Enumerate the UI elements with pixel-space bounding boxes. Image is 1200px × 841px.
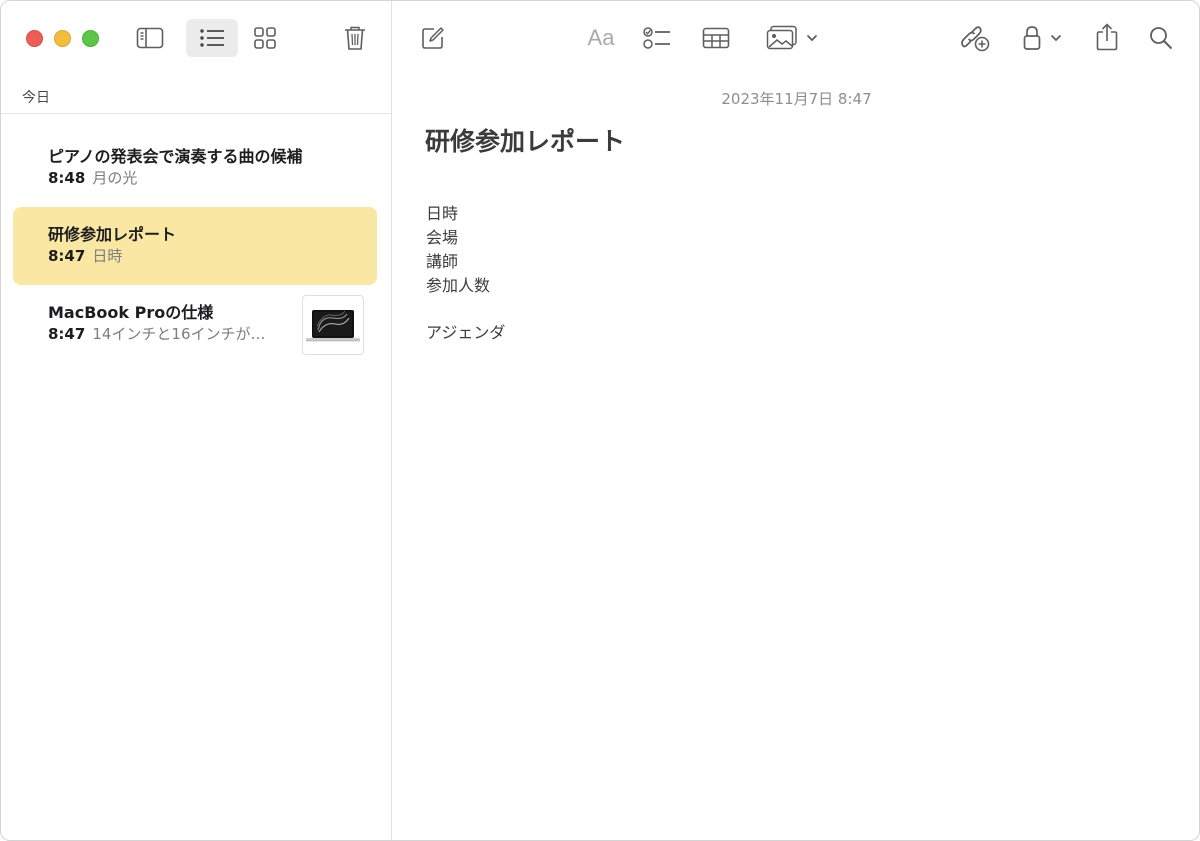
trash-icon: [345, 26, 365, 50]
note-preview: 14インチと16インチが…: [92, 325, 266, 343]
section-header-today: 今日: [22, 90, 50, 106]
table-icon: [702, 27, 730, 49]
compose-icon: [422, 27, 444, 49]
chevron-down-icon: [1050, 34, 1061, 42]
note-title: MacBook Proの仕様: [48, 303, 214, 322]
note-meta: 8:47 日時: [48, 245, 122, 266]
note-time: 8:47: [48, 325, 86, 343]
note-title: 研修参加レポート: [48, 225, 177, 244]
format-text-icon: Aa: [587, 25, 615, 50]
note-heading[interactable]: 研修参加レポート: [425, 122, 625, 158]
section-divider: [1, 113, 392, 114]
media-icon: [766, 25, 797, 50]
body-line: アジェンダ: [426, 323, 506, 342]
sidebar-toggle-button[interactable]: [131, 21, 169, 55]
laptop-thumbnail-image: [306, 310, 360, 342]
delete-note-button[interactable]: [338, 21, 372, 55]
note-list-item-selected[interactable]: 研修参加レポート 8:47 日時: [13, 207, 377, 285]
checklist-button[interactable]: [640, 21, 674, 55]
list-view-icon: [200, 29, 224, 47]
sidebar-toggle-icon: [136, 27, 164, 49]
list-toolbar: [1, 1, 392, 77]
format-text-button[interactable]: Aa: [580, 21, 622, 55]
body-line: 参加人数: [426, 276, 491, 295]
checklist-icon: [643, 27, 670, 49]
note-time: 8:48: [48, 169, 86, 187]
new-note-button[interactable]: [416, 21, 450, 55]
minimize-window-button[interactable]: [54, 30, 71, 47]
search-button[interactable]: [1144, 21, 1178, 55]
note-list-item[interactable]: MacBook Proの仕様 8:47 14インチと16インチが…: [13, 285, 377, 363]
note-time: 8:47: [48, 247, 86, 265]
share-icon: [1096, 23, 1118, 51]
note-list-item[interactable]: ピアノの発表会で演奏する曲の候補 8:48 月の光: [13, 129, 377, 207]
collaborate-button[interactable]: [956, 21, 994, 55]
table-button[interactable]: [698, 21, 734, 55]
note-editor[interactable]: Aa 2023年11月7日 8:47 研修参加レポート 日時 会場 講師 参加人…: [392, 1, 1199, 840]
gallery-view-icon: [254, 27, 276, 49]
note-meta: 8:47 14インチと16インチが…: [48, 323, 266, 344]
search-icon: [1150, 27, 1173, 50]
note-preview: 日時: [92, 247, 123, 265]
note-date: 2023年11月7日 8:47: [721, 90, 872, 108]
note-preview: 月の光: [92, 169, 138, 187]
close-window-button[interactable]: [26, 30, 43, 47]
notes-window: 今日 ピアノの発表会で演奏する曲の候補 8:48 月の光 研修参加レポート 8:4…: [0, 0, 1200, 841]
chevron-down-icon: [806, 34, 818, 42]
body-line: 会場: [426, 228, 459, 247]
collaborate-icon: [961, 26, 990, 52]
lock-button[interactable]: [1016, 21, 1068, 55]
note-title: ピアノの発表会で演奏する曲の候補: [48, 147, 303, 166]
maximize-window-button[interactable]: [82, 30, 99, 47]
body-line: [426, 298, 505, 321]
gallery-view-button[interactable]: [248, 21, 282, 55]
note-thumbnail: [302, 295, 364, 355]
body-line: 講師: [426, 252, 459, 271]
list-view-button[interactable]: [186, 19, 238, 57]
lock-icon: [1023, 26, 1040, 50]
note-list-pane: 今日 ピアノの発表会で演奏する曲の候補 8:48 月の光 研修参加レポート 8:4…: [1, 1, 392, 840]
media-button[interactable]: [762, 21, 822, 55]
note-body[interactable]: 日時 会場 講師 参加人数 アジェンダ: [426, 202, 505, 345]
note-meta: 8:48 月の光: [48, 167, 137, 188]
body-line: 日時: [426, 204, 459, 223]
share-button[interactable]: [1090, 19, 1124, 55]
